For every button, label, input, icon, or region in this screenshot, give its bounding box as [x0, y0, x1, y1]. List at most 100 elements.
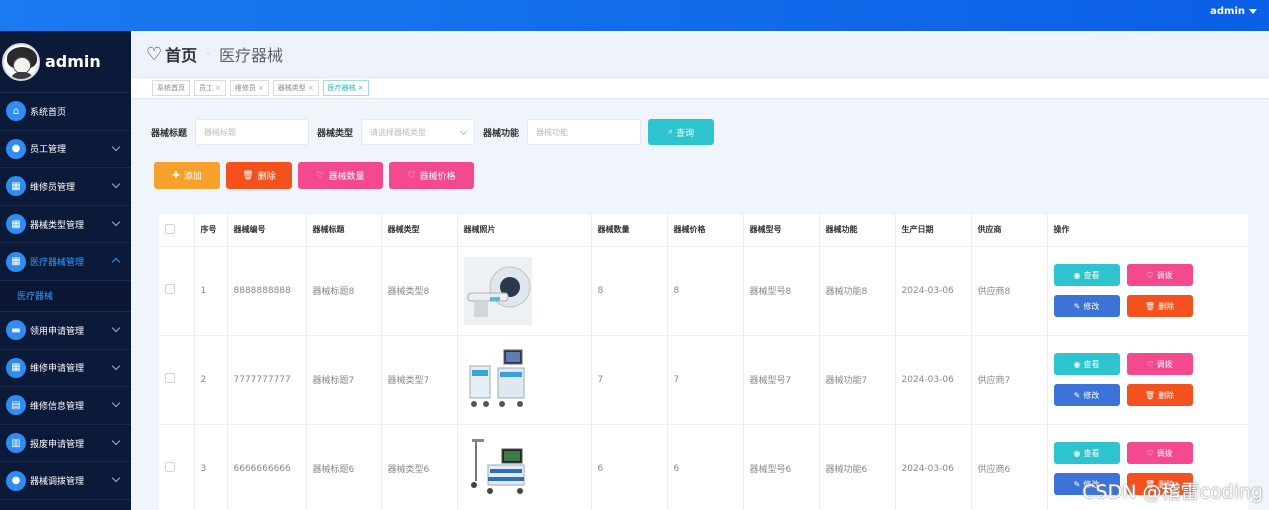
delete-label: 删除 [1158, 301, 1175, 311]
tag-label: 医疗器械 [327, 84, 356, 92]
edit-button[interactable]: ✎ 修改 [1053, 384, 1120, 406]
sidebar-item[interactable]: ● 员工管理 [0, 131, 131, 169]
sidebar-item-label: 报废申请管理 [30, 439, 85, 450]
col-header: 器械型号 [743, 214, 820, 247]
top-header-bar: admin [0, 0, 1269, 31]
sidebar-item[interactable]: ● 器械调拨管理 [0, 462, 131, 500]
tag-item[interactable]: 维修员 × [229, 80, 269, 96]
view-button[interactable]: ◉ 查看 [1053, 264, 1120, 286]
view-label: 查看 [1083, 359, 1100, 369]
sidebar-item[interactable]: ▥ 报废申请管理 [0, 425, 131, 463]
breadcrumb-separator: · [206, 47, 210, 61]
tag-label: 员工 [199, 84, 213, 92]
title-placeholder: 器械标题 [204, 127, 237, 137]
select-all-checkbox[interactable] [165, 223, 175, 234]
col-header: 操作 [1047, 214, 1248, 247]
add-label: 添加 [183, 172, 202, 182]
title-input[interactable]: 器械标题 [195, 119, 310, 145]
sidebar-item-label: 医疗器械管理 [30, 258, 85, 269]
tag-item[interactable]: 员工 × [194, 80, 226, 96]
sidebar-item[interactable]: ⌂ 系统首页 [0, 93, 131, 131]
row-checkbox[interactable] [165, 373, 175, 383]
col-header: 器械数量 [591, 214, 668, 247]
edit-label: 修改 [1083, 390, 1100, 400]
chart-icon: ▤ [6, 395, 26, 416]
close-icon[interactable]: × [308, 84, 314, 92]
cell-func: 器械功能8 [819, 246, 896, 336]
sidebar-item[interactable]: ▤ 维修信息管理 [0, 387, 131, 425]
sidebar-item-label: 系统首页 [30, 107, 67, 118]
row-checkbox[interactable] [165, 462, 175, 472]
pencil-icon: ✎ [1073, 390, 1081, 400]
breadcrumb-home[interactable]: 首页 [165, 42, 197, 66]
type-label: 器械类型 [317, 128, 354, 139]
type-placeholder: 请选择器械类型 [370, 127, 427, 137]
chevron-down-icon [111, 474, 121, 483]
cell-date: 2024-03-06 [895, 424, 972, 510]
row-checkbox[interactable] [165, 284, 175, 294]
title-label: 器械标题 [151, 128, 188, 139]
pencil-icon: ✎ [1073, 479, 1081, 489]
close-icon[interactable]: × [215, 84, 221, 92]
search-form: 器械标题 器械标题 器械类型 请选择器械类型 器械功能 器械功能 ⌕ 查询 [151, 119, 715, 145]
tag-item[interactable]: 器械类型 × [272, 80, 319, 96]
close-icon[interactable]: × [258, 84, 264, 92]
allocate-button[interactable]: ♡ 调拨 [1126, 442, 1193, 464]
cell-title: 器械标题8 [306, 246, 382, 336]
delete-button[interactable]: 🗑 删除 [226, 162, 292, 189]
sidebar-item[interactable]: ▬ 领用申请管理 [0, 312, 131, 350]
eye-icon: ◉ [1073, 448, 1081, 458]
tag-item[interactable]: 系统首页 [152, 80, 190, 96]
sidebar-item[interactable]: ▦ 维修申请管理 [0, 350, 131, 388]
view-button[interactable]: ◉ 查看 [1053, 353, 1120, 375]
heart-icon: ♡ [146, 43, 163, 65]
view-button[interactable]: ◉ 查看 [1053, 442, 1120, 464]
device-photo[interactable] [463, 256, 532, 325]
cell-model: 器械型号7 [743, 335, 820, 425]
breadcrumb: ♡ 首页 · 医疗器械 [131, 31, 1269, 77]
close-icon[interactable]: × [358, 84, 364, 92]
device-photo[interactable] [463, 345, 532, 414]
query-button[interactable]: ⌕ 查询 [648, 119, 715, 145]
balloon-icon: ● [6, 138, 26, 159]
edit-button[interactable]: ✎ 修改 [1053, 295, 1120, 317]
sidebar-item-label: 维修员管理 [30, 182, 76, 193]
chevron-down-icon [459, 127, 468, 136]
type-select[interactable]: 请选择器械类型 [361, 119, 476, 145]
sidebar-brand: admin [0, 31, 131, 93]
price-stats-button[interactable]: ♡ 器械价格 [389, 162, 474, 189]
sidebar-item[interactable]: ▦ 器械类型管理 [0, 206, 131, 244]
func-input[interactable]: 器械功能 [527, 119, 642, 145]
grid-icon: ▦ [6, 214, 26, 235]
allocate-label: 调拨 [1156, 448, 1173, 458]
chevron-down-icon [111, 217, 121, 227]
user-icon: ● [6, 470, 26, 491]
row-delete-button[interactable]: 🗑 删除 [1126, 295, 1193, 317]
action-buttons: ✚ 添加 🗑 删除 ♡ 器械数量 ♡ 器械价格 [154, 162, 474, 189]
sidebar-item-label: 维修申请管理 [30, 364, 85, 375]
photo-cell [457, 335, 592, 425]
qty-stats-button[interactable]: ♡ 器械数量 [298, 162, 383, 189]
cell-title: 器械标题6 [306, 424, 382, 510]
sidebar-item[interactable]: ▦ 维修员管理 [0, 168, 131, 206]
sidebar-item[interactable]: ▦ 医疗器械管理 [0, 243, 131, 281]
tag-item[interactable]: 医疗器械 × [322, 80, 369, 96]
cell-no: 1 [194, 246, 228, 336]
col-header: 序号 [194, 214, 228, 247]
delete-label: 删除 [1158, 390, 1175, 400]
sidebar-subitem[interactable]: 医疗器械 [0, 280, 131, 312]
allocate-button[interactable]: ♡ 调拨 [1126, 264, 1193, 286]
chevron-down-icon [111, 179, 121, 189]
chevron-down-icon [111, 398, 121, 408]
cell-no: 3 [194, 424, 228, 510]
row-delete-button[interactable]: 🗑 删除 [1126, 384, 1193, 406]
user-menu[interactable]: admin [1210, 6, 1257, 17]
allocate-label: 调拨 [1156, 359, 1173, 369]
device-photo[interactable] [463, 434, 532, 503]
view-label: 查看 [1083, 270, 1100, 280]
add-button[interactable]: ✚ 添加 [154, 162, 220, 189]
col-header: 器械标题 [306, 214, 382, 247]
sidebar: admin ⌂ 系统首页 ● 员工管理 ▦ 维修员管理 ▦ 器械类型管理 ▦ 医疗器械管理 医疗器械… [0, 31, 131, 510]
eye-icon: ◉ [1073, 270, 1081, 280]
allocate-button[interactable]: ♡ 调拨 [1126, 353, 1193, 375]
